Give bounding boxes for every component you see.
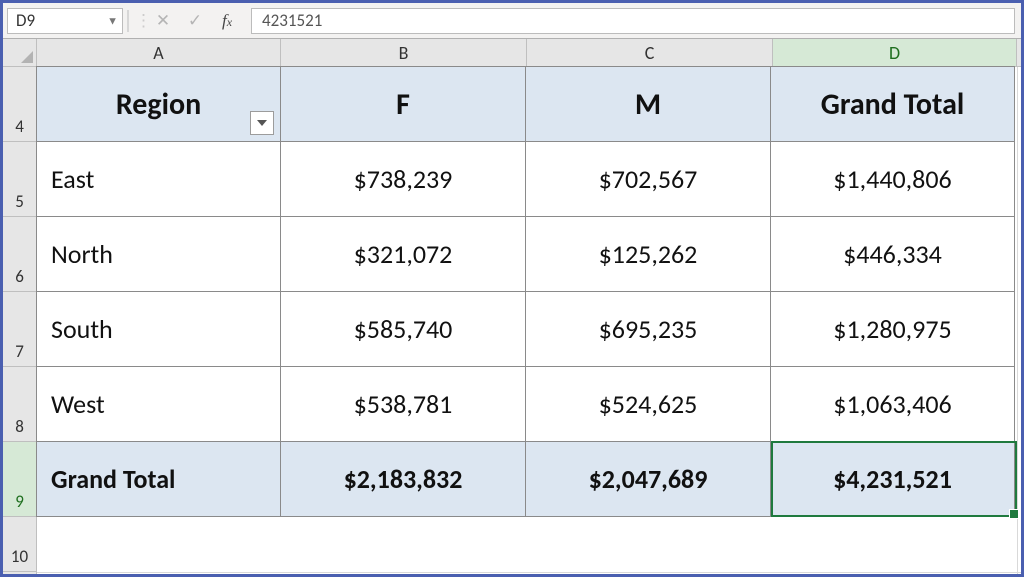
col-header-a[interactable]: A — [37, 39, 281, 66]
divider — [127, 10, 129, 32]
formula-value: 4231521 — [262, 10, 322, 31]
dots-icon: ⋮ — [135, 10, 147, 31]
cell[interactable]: $1,440,806 — [770, 141, 1015, 217]
name-box[interactable]: D9 ▼ — [7, 8, 123, 34]
filter-dropdown-button[interactable] — [250, 111, 274, 135]
grand-total-m[interactable]: $2,047,689 — [525, 441, 771, 517]
name-box-value: D9 — [16, 10, 35, 31]
worksheet-grid[interactable]: A B C D 4 5 6 7 8 9 10 Region F — [3, 39, 1021, 574]
pivot-header-m[interactable]: M — [525, 66, 771, 142]
select-all-corner[interactable] — [3, 39, 37, 67]
cell[interactable]: $695,235 — [525, 291, 771, 367]
grand-total-f[interactable]: $2,183,832 — [280, 441, 526, 517]
row-header-9[interactable]: 9 — [3, 442, 36, 517]
enter-button[interactable]: ✓ — [181, 8, 209, 34]
cell[interactable]: South — [36, 291, 281, 367]
cell[interactable]: $1,280,975 — [770, 291, 1015, 367]
row-headers: 4 5 6 7 8 9 10 — [3, 67, 37, 574]
cell[interactable]: East — [36, 141, 281, 217]
col-header-c[interactable]: C — [527, 39, 773, 66]
cell[interactable]: $446,334 — [770, 216, 1015, 292]
table-row: Grand Total $2,183,832 $2,047,689 $4,231… — [37, 442, 1021, 517]
table-row: Region F M Grand Total — [37, 67, 1021, 142]
table-row: North $321,072 $125,262 $446,334 — [37, 217, 1021, 292]
cell[interactable]: North — [36, 216, 281, 292]
row-header-8[interactable]: 8 — [3, 367, 36, 442]
cell[interactable]: $702,567 — [525, 141, 771, 217]
cancel-button[interactable]: ✕ — [149, 8, 177, 34]
check-icon: ✓ — [188, 10, 202, 31]
grand-total-total[interactable]: $4,231,521 — [770, 441, 1015, 517]
row-header-5[interactable]: 5 — [3, 142, 36, 217]
insert-function-button[interactable]: fx — [213, 8, 241, 34]
column-headers: A B C D — [37, 39, 1021, 67]
cell[interactable]: $1,063,406 — [770, 366, 1015, 442]
cell[interactable]: $538,781 — [280, 366, 526, 442]
col-header-b[interactable]: B — [281, 39, 527, 66]
row-header-10[interactable]: 10 — [3, 517, 36, 572]
pivot-header-f[interactable]: F — [280, 66, 526, 142]
cell[interactable]: $738,239 — [280, 141, 526, 217]
cell[interactable]: $524,625 — [525, 366, 771, 442]
chevron-down-icon[interactable]: ▼ — [107, 14, 118, 27]
cell[interactable]: West — [36, 366, 281, 442]
close-icon: ✕ — [156, 10, 170, 31]
pivot-header-grandtotal[interactable]: Grand Total — [770, 66, 1015, 142]
table-row: East $738,239 $702,567 $1,440,806 — [37, 142, 1021, 217]
formula-input[interactable]: 4231521 — [251, 8, 1015, 34]
fx-icon: fx — [222, 11, 232, 31]
cells-area: Region F M Grand Total East $738,239 $70… — [37, 67, 1021, 574]
grand-total-label[interactable]: Grand Total — [36, 441, 281, 517]
gridline — [37, 572, 1021, 573]
pivot-header-region[interactable]: Region — [36, 66, 281, 142]
table-row: South $585,740 $695,235 $1,280,975 — [37, 292, 1021, 367]
cell[interactable]: $585,740 — [280, 291, 526, 367]
row-header-4[interactable]: 4 — [3, 67, 36, 142]
excel-window: D9 ▼ ⋮ ✕ ✓ fx 4231521 A B C D 4 5 6 — [0, 0, 1024, 577]
gridline — [1017, 67, 1018, 574]
table-row: West $538,781 $524,625 $1,063,406 — [37, 367, 1021, 442]
cell[interactable]: $321,072 — [280, 216, 526, 292]
chevron-down-icon — [257, 120, 267, 126]
row-header-7[interactable]: 7 — [3, 292, 36, 367]
col-header-d[interactable]: D — [773, 39, 1017, 66]
formula-bar: D9 ▼ ⋮ ✕ ✓ fx 4231521 — [3, 3, 1021, 39]
row-header-6[interactable]: 6 — [3, 217, 36, 292]
cell[interactable]: $125,262 — [525, 216, 771, 292]
